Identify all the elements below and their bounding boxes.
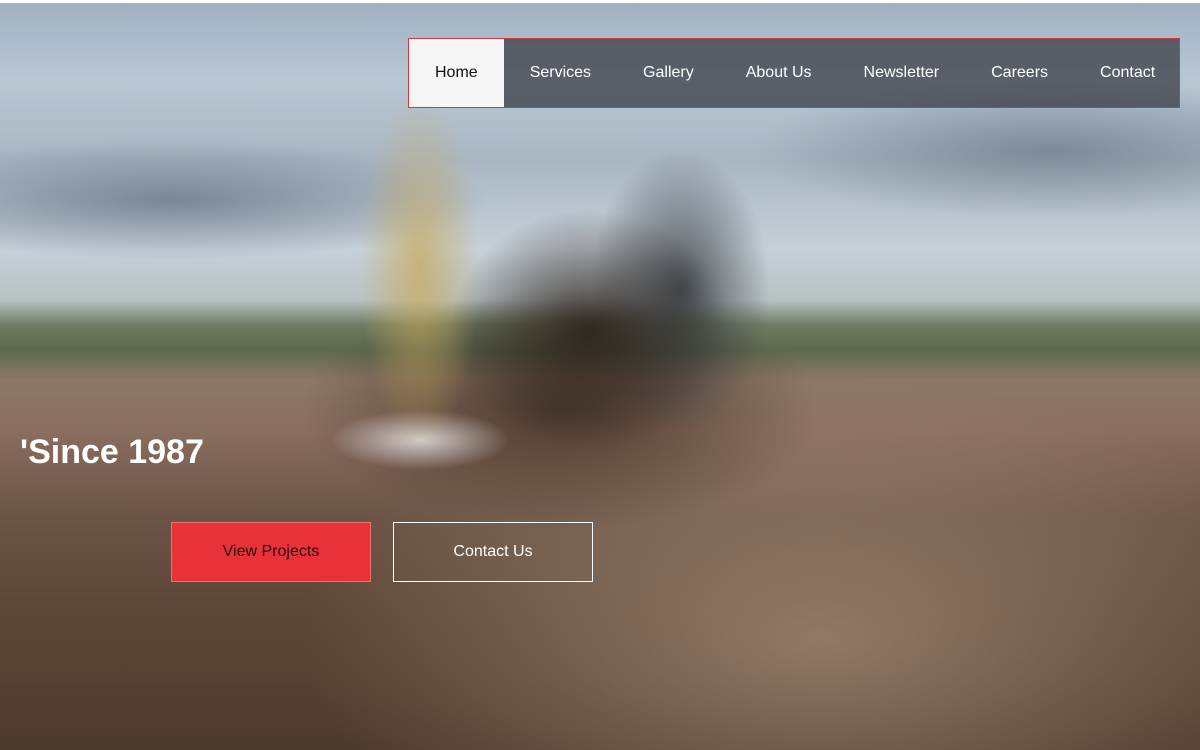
nav-item-services[interactable]: Services: [504, 39, 617, 107]
contact-us-button[interactable]: Contact Us: [393, 522, 593, 582]
nav-item-gallery[interactable]: Gallery: [617, 39, 720, 107]
hero-background: Home Services Gallery About Us Newslette…: [0, 0, 1200, 750]
nav-item-about-us[interactable]: About Us: [720, 39, 838, 107]
main-navigation: Home Services Gallery About Us Newslette…: [408, 38, 1180, 108]
nav-item-newsletter[interactable]: Newsletter: [838, 39, 966, 107]
view-projects-button[interactable]: View Projects: [171, 522, 371, 582]
nav-item-home[interactable]: Home: [409, 39, 504, 107]
nav-item-contact[interactable]: Contact: [1074, 39, 1181, 107]
nav-item-careers[interactable]: Careers: [965, 39, 1074, 107]
hero-tagline: 'Since 1987: [20, 433, 204, 471]
